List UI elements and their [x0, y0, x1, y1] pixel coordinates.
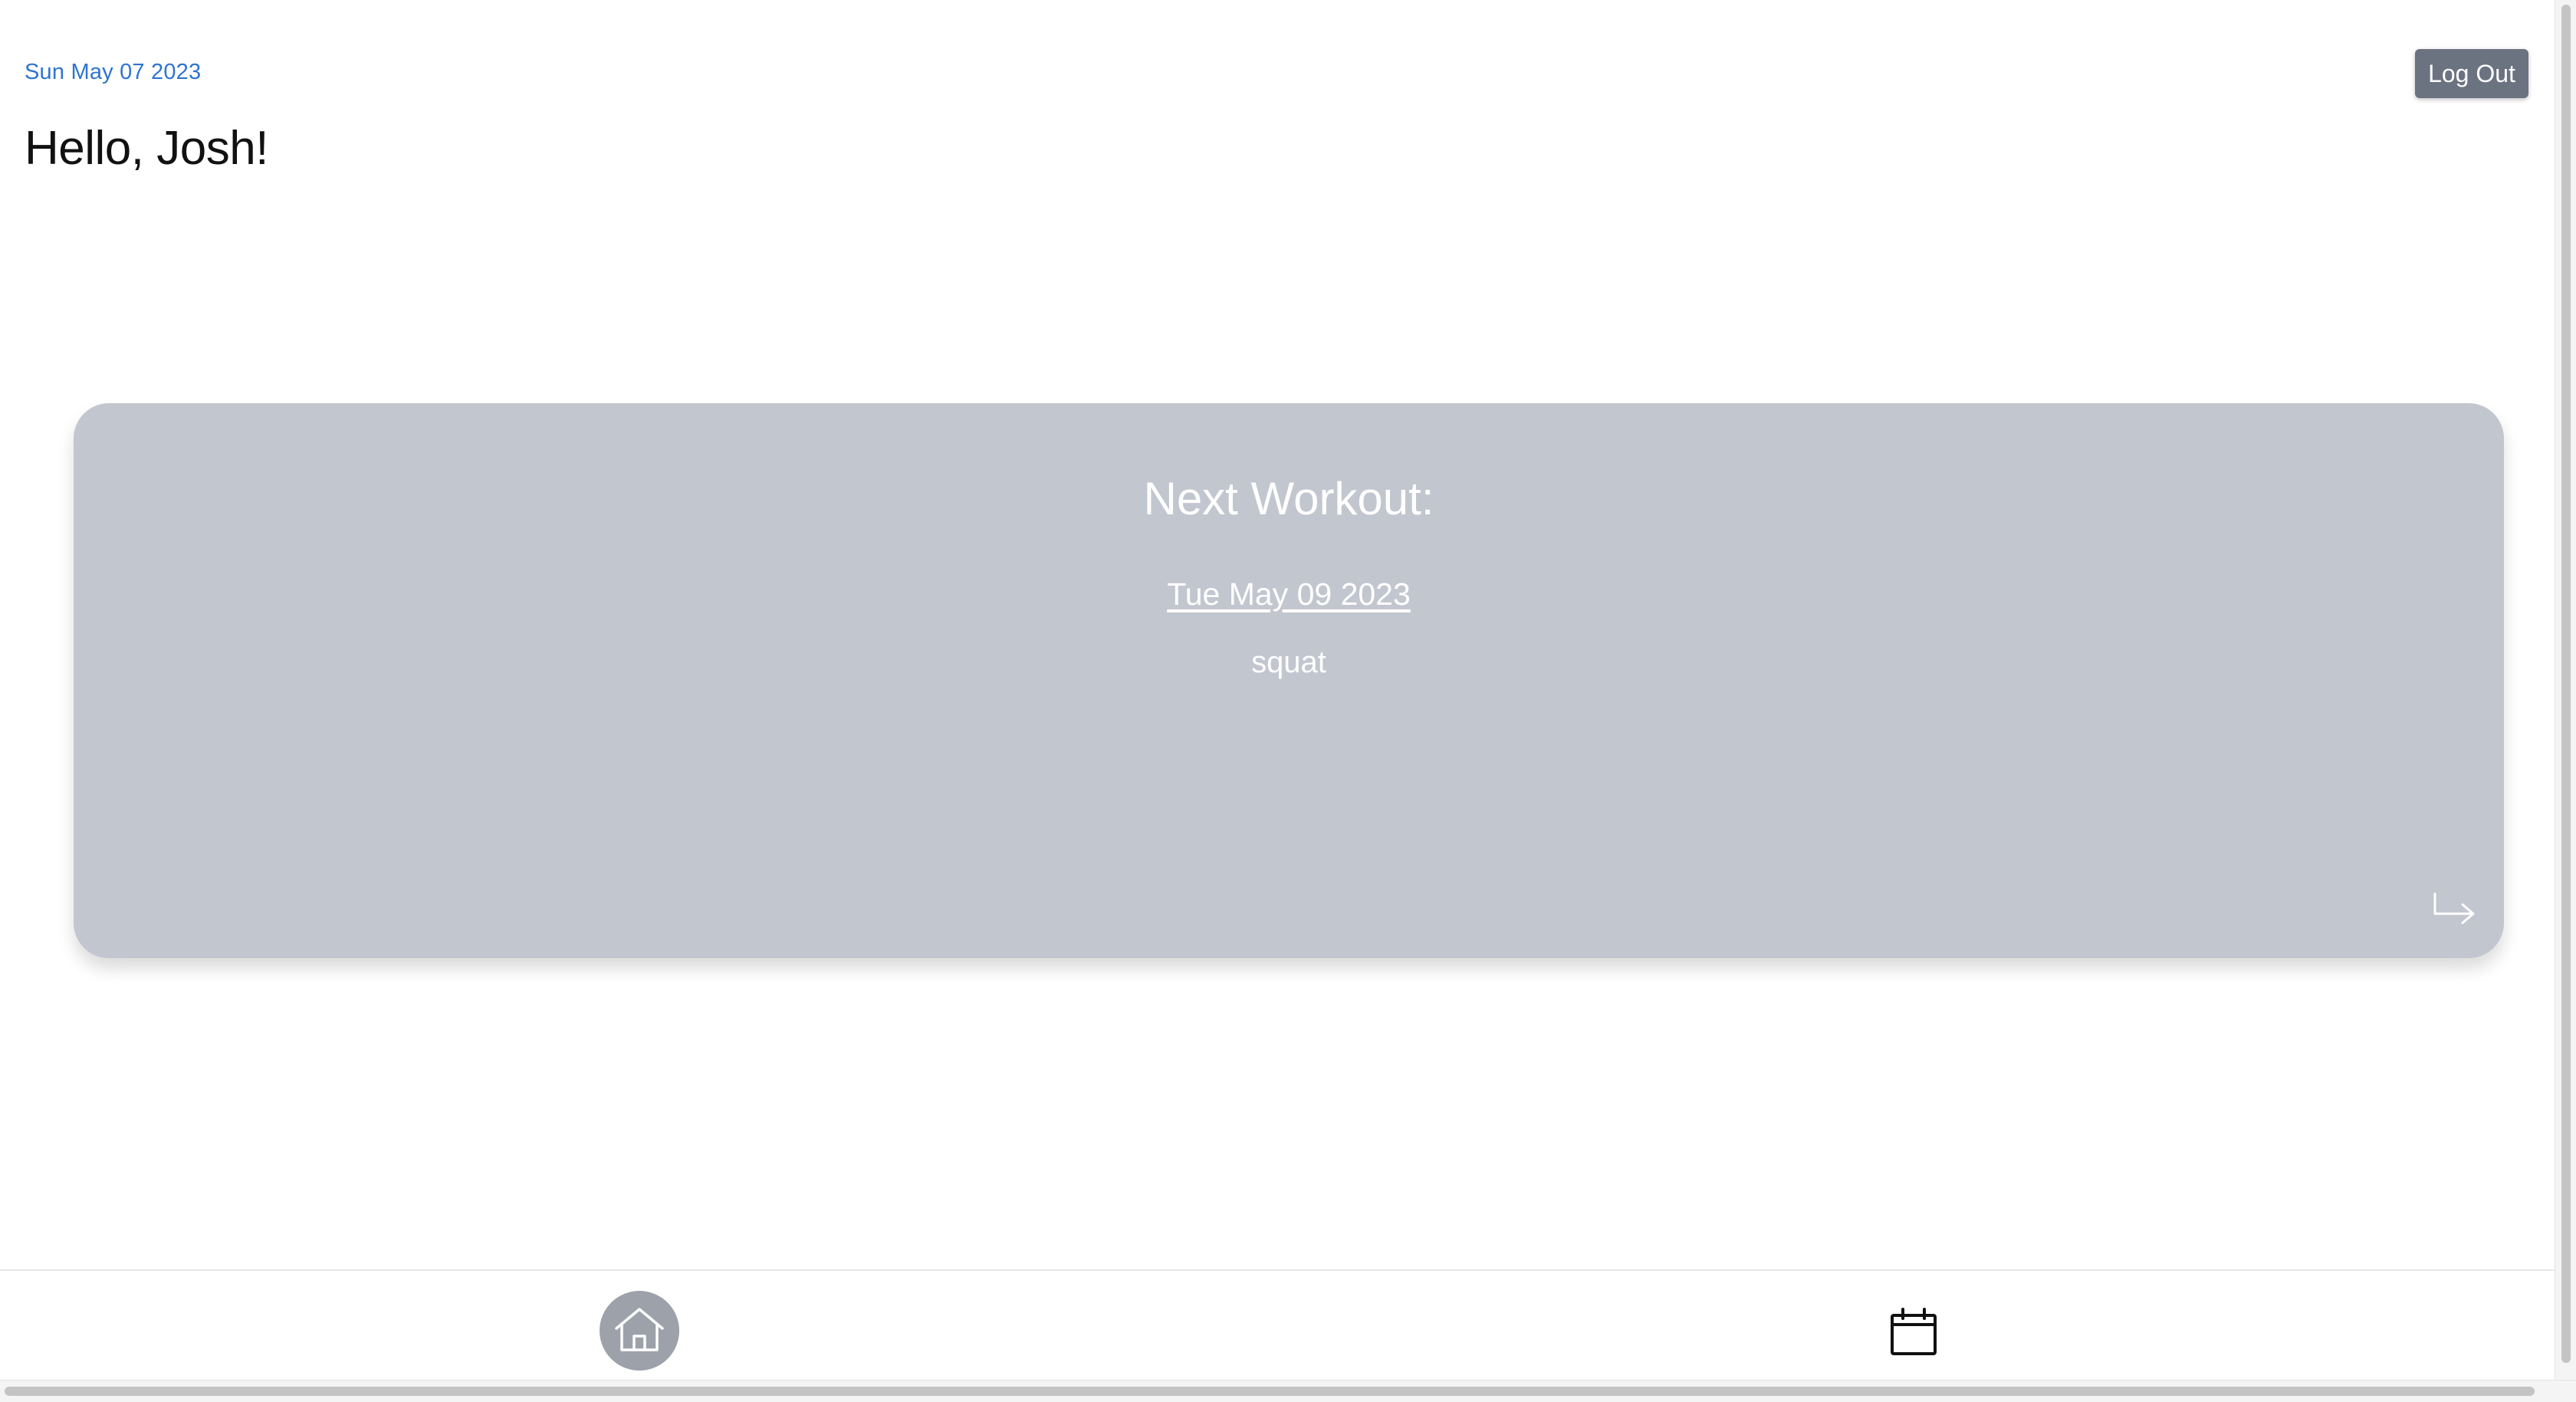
bottom-navigation [0, 1269, 2555, 1380]
next-workout-title: Next Workout: [1143, 473, 1434, 524]
next-workout-date-link[interactable]: Tue May 09 2023 [1167, 576, 1411, 612]
next-workout-date-row: Tue May 09 2023 [74, 576, 2504, 612]
horizontal-scrollbar[interactable] [0, 1380, 2576, 1402]
greeting-heading: Hello, Josh! [25, 122, 268, 175]
calendar-icon [1888, 1308, 1940, 1361]
next-workout-card[interactable]: Next Workout: Tue May 09 2023 squat [74, 403, 2504, 958]
horizontal-scrollbar-thumb[interactable] [5, 1387, 2535, 1396]
nav-calendar-button[interactable] [1888, 1306, 1940, 1358]
nav-home-button[interactable] [600, 1291, 679, 1371]
next-workout-exercise: squat [1251, 645, 1326, 679]
app-viewport: Sun May 07 2023 Log Out Hello, Josh! Nex… [0, 0, 2555, 1380]
current-date: Sun May 07 2023 [25, 60, 202, 84]
vertical-scrollbar[interactable] [2555, 0, 2576, 1380]
vertical-scrollbar-thumb[interactable] [2561, 5, 2571, 1363]
logout-button[interactable]: Log Out [2415, 49, 2528, 98]
home-icon [613, 1305, 665, 1357]
corner-down-right-arrow-icon[interactable] [2432, 891, 2478, 929]
